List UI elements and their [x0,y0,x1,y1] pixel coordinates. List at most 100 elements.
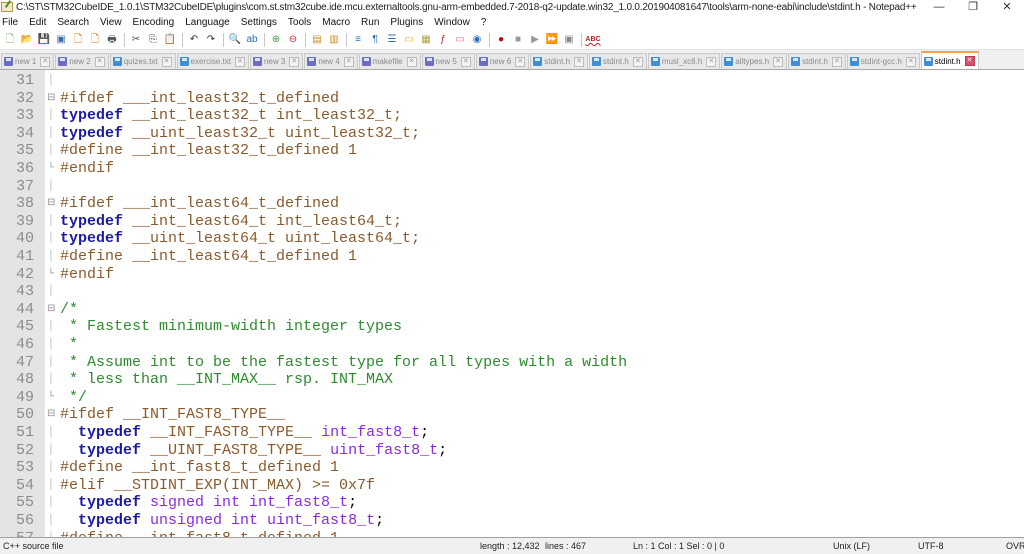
code-line[interactable]: 33 │ typedef __int_least32_t int_least32_t… [0,107,1024,125]
open-file-icon[interactable]: 📂 [20,33,34,46]
menu-tools[interactable]: Tools [288,17,311,28]
tab-alltypes-h[interactable]: alltypes.h ✕ [721,53,788,69]
menu-edit[interactable]: Edit [29,17,46,28]
menu-search[interactable]: Search [57,17,89,28]
new-file-icon[interactable]: 🗋 [3,33,17,46]
sync-vertical-icon[interactable]: ▤ [310,33,324,46]
print-icon[interactable]: 🖶 [105,33,119,46]
find-icon[interactable]: 🔍 [228,33,242,46]
close-tab-icon[interactable]: ✕ [632,56,643,67]
cut-icon[interactable]: ✂ [129,33,143,46]
code-line[interactable]: 52 │ typedef __UINT_FAST8_TYPE__ uint_fas… [0,442,1024,460]
close-tab-icon[interactable]: ✕ [905,56,916,67]
code-line[interactable]: 40 │ typedef __uint_least64_t uint_least64… [0,230,1024,248]
code-line[interactable]: 50 ⊟ #ifdef __INT_FAST8_TYPE__ [0,406,1024,424]
menu-run[interactable]: Run [361,17,379,28]
save-macro-icon[interactable]: ▣ [562,33,576,46]
indent-guide-icon[interactable]: ☰ [385,33,399,46]
menu-window[interactable]: Window [434,17,470,28]
tab-stdint-h[interactable]: stdint.h ✕ [530,53,589,69]
menu-plugins[interactable]: Plugins [390,17,423,28]
code-editor[interactable]: 31 │ 32 ⊟ #ifdef ___int_least32_t_defined 33 │… [0,70,1024,538]
tab-new-2[interactable]: new 2 ✕ [55,53,109,69]
menu-language[interactable]: Language [185,17,230,28]
code-line[interactable]: 54 │ #elif __STDINT_EXP(INT_MAX) >= 0x7f [0,477,1024,495]
close-tab-icon[interactable]: ✕ [574,56,585,67]
code-line[interactable]: 47 │ * Assume int to be the fastest type … [0,354,1024,372]
code-line[interactable]: 43 │ [0,283,1024,301]
tab-new-3[interactable]: new 3 ✕ [249,53,304,69]
close-file-icon[interactable]: 🗋 [71,33,85,46]
replace-icon[interactable]: ab [245,33,259,46]
close-tab-icon[interactable]: ✕ [343,56,354,67]
tab-stdint-h[interactable]: stdint.h ✕ [589,53,647,69]
close-tab-icon[interactable]: ✕ [94,56,105,67]
paste-icon[interactable]: 📋 [163,33,177,46]
doc-map-icon[interactable]: ▦ [419,33,433,46]
code-line[interactable]: 32 ⊟ #ifdef ___int_least32_t_defined [0,90,1024,108]
code-line[interactable]: 41 │ #define __int_least64_t_defined 1 [0,248,1024,266]
word-wrap-icon[interactable]: ≡ [351,33,365,46]
tab-new-5[interactable]: new 5 ✕ [421,53,475,69]
fold-collapse-icon[interactable]: ⊟ [47,301,55,319]
restore-button[interactable]: ❐ [956,0,990,14]
tab-makefile[interactable]: makefile ✕ [358,53,421,69]
code-line[interactable]: 45 │ * Fastest minimum-width integer type… [0,318,1024,336]
run-macro-multiple-icon[interactable]: ⏩ [545,33,559,46]
code-line[interactable]: 38 ⊟ #ifdef ___int_least64_t_defined [0,195,1024,213]
close-tab-icon[interactable]: ✕ [234,56,245,67]
close-tab-icon[interactable]: ✕ [460,56,471,67]
save-all-icon[interactable]: ▣ [54,33,68,46]
close-tab-icon[interactable]: ✕ [40,56,51,67]
tab-quizes-txt[interactable]: quizes.txt ✕ [109,53,176,69]
tab-stdint-h[interactable]: stdint.h ✕ [920,51,979,69]
close-tab-icon[interactable]: ✕ [406,56,417,67]
show-all-chars-icon[interactable]: ¶ [368,33,382,46]
code-line[interactable]: 31 │ [0,72,1024,90]
fold-collapse-icon[interactable]: ⊟ [47,195,55,213]
zoom-in-icon[interactable]: ⊕ [269,33,283,46]
spell-check-icon[interactable]: ABC [585,33,600,46]
fold-collapse-icon[interactable]: ⊟ [47,406,55,424]
close-tab-icon[interactable]: ✕ [161,56,172,67]
menu-view[interactable]: View [100,17,122,28]
close-tab-icon[interactable]: ✕ [289,56,300,67]
tab-stdint-gcc-h[interactable]: stdint-gcc.h ✕ [846,53,920,69]
code-line[interactable]: 34 │ typedef __uint_least32_t uint_least32… [0,125,1024,143]
play-macro-icon[interactable]: ▶ [528,33,542,46]
tab-stdint-h[interactable]: stdint.h ✕ [788,53,846,69]
tab-new-4[interactable]: new 4 ✕ [304,53,358,69]
folder-workspace-icon[interactable]: ▭ [453,33,467,46]
menu-help[interactable]: ? [481,17,487,28]
code-line[interactable]: 36 └ #endif [0,160,1024,178]
redo-icon[interactable]: ↷ [204,33,218,46]
record-macro-icon[interactable]: ● [494,33,508,46]
code-line[interactable]: 55 │ typedef signed int int_fast8_t; [0,494,1024,512]
close-tab-icon[interactable]: ✕ [515,56,526,67]
zoom-out-icon[interactable]: ⊖ [286,33,300,46]
tab-musl-xc8-h[interactable]: musl_xc8.h ✕ [647,53,721,69]
code-line[interactable]: 37 │ [0,178,1024,196]
undo-icon[interactable]: ↶ [187,33,201,46]
menu-file[interactable]: File [2,17,18,28]
stop-macro-icon[interactable]: ■ [511,33,525,46]
monitoring-icon[interactable]: ◉ [470,33,484,46]
tab-new-6[interactable]: new 6 ✕ [475,53,530,69]
code-line[interactable]: 46 │ * [0,336,1024,354]
close-button[interactable]: ✕ [990,0,1024,14]
code-line[interactable]: 51 │ typedef __INT_FAST8_TYPE__ int_fast8… [0,424,1024,442]
code-line[interactable]: 56 │ typedef unsigned int uint_fast8_t; [0,512,1024,530]
minimize-button[interactable]: — [922,0,956,14]
status-insert-mode[interactable]: OVR [1006,541,1024,551]
code-line[interactable]: 42 └ #endif [0,266,1024,284]
code-line[interactable]: 39 │ typedef __int_least64_t int_least64_t… [0,213,1024,231]
udl-icon[interactable]: ▭ [402,33,416,46]
copy-icon[interactable]: ⎘ [146,33,160,46]
code-line[interactable]: 49 └ */ [0,389,1024,407]
close-tab-icon[interactable]: ✕ [964,56,975,66]
code-line[interactable]: 44 ⊟ /* [0,301,1024,319]
menu-encoding[interactable]: Encoding [133,17,175,28]
menu-settings[interactable]: Settings [241,17,277,28]
tab-exercise-txt[interactable]: exercise.txt ✕ [176,53,249,69]
code-line[interactable]: 48 │ * less than __INT_MAX__ rsp. INT_MAX [0,371,1024,389]
